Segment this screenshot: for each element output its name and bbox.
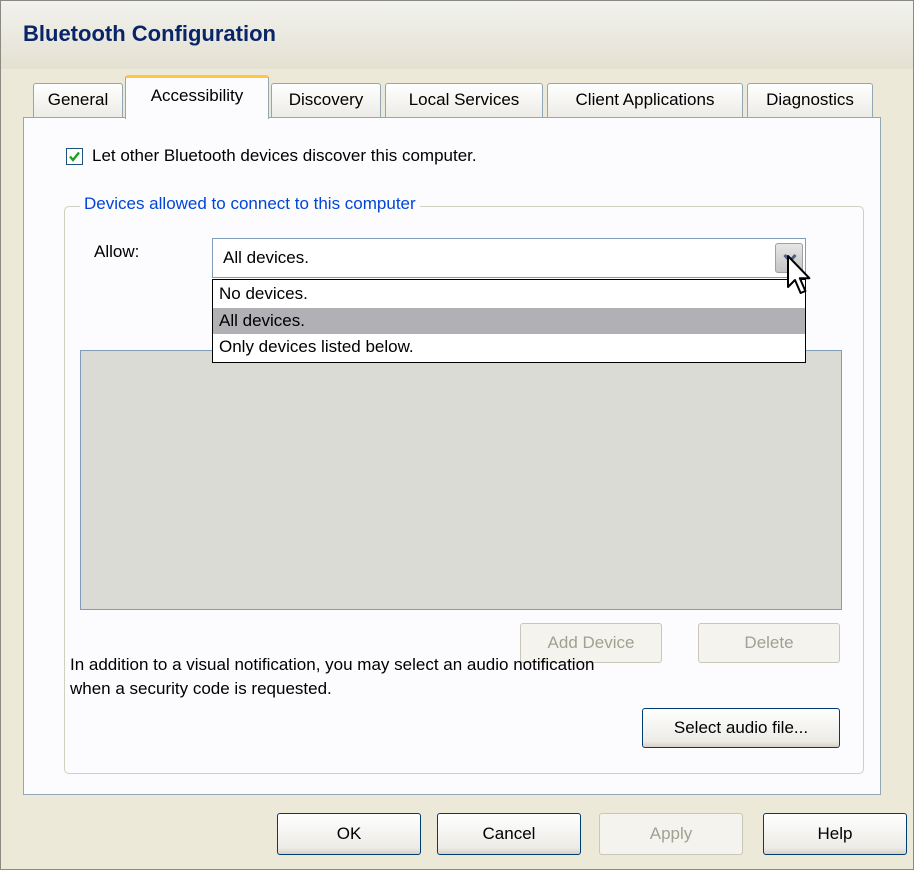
tab-diagnostics[interactable]: Diagnostics <box>747 83 873 117</box>
tab-discovery[interactable]: Discovery <box>271 83 381 117</box>
delete-button[interactable]: Delete <box>698 623 840 663</box>
help-button[interactable]: Help <box>763 813 907 855</box>
tab-label: Client Applications <box>575 90 715 109</box>
title-bar[interactable]: Bluetooth Configuration <box>1 1 913 69</box>
allow-combobox[interactable]: All devices. <box>212 238 806 278</box>
tab-label: Diagnostics <box>766 90 854 109</box>
audio-notification-text: In addition to a visual notification, yo… <box>70 655 595 698</box>
devices-group-title: Devices allowed to connect to this compu… <box>80 194 420 214</box>
select-audio-file-button[interactable]: Select audio file... <box>642 708 840 748</box>
checkmark-icon <box>69 151 80 162</box>
discover-checkbox-label[interactable]: Let other Bluetooth devices discover thi… <box>92 146 477 166</box>
allow-label: Allow: <box>94 242 140 261</box>
accessibility-panel: Let other Bluetooth devices discover thi… <box>23 117 881 795</box>
tab-local-services[interactable]: Local Services <box>385 83 543 117</box>
tab-label: Local Services <box>408 90 520 109</box>
dropdown-option-no-devices[interactable]: No devices. <box>213 281 805 307</box>
apply-button[interactable]: Apply <box>599 813 743 855</box>
dropdown-option-all-devices[interactable]: All devices. <box>213 308 805 334</box>
tab-label: Accessibility <box>150 86 244 105</box>
allow-dropdown-list: No devices. All devices. Only devices li… <box>212 279 806 363</box>
dropdown-option-listed-devices[interactable]: Only devices listed below. <box>213 334 805 360</box>
mouse-pointer-icon <box>787 255 811 294</box>
allowed-devices-list[interactable] <box>80 350 842 610</box>
tab-label: General <box>47 90 109 109</box>
ok-button[interactable]: OK <box>277 813 421 855</box>
bluetooth-config-dialog: Bluetooth Configuration General Accessib… <box>0 0 914 870</box>
window-title: Bluetooth Configuration <box>23 21 276 46</box>
cancel-button[interactable]: Cancel <box>437 813 581 855</box>
tab-client-applications[interactable]: Client Applications <box>547 83 743 117</box>
tab-general[interactable]: General <box>33 83 123 117</box>
allow-combobox-value: All devices. <box>223 248 309 267</box>
tab-accessibility[interactable]: Accessibility <box>125 75 269 119</box>
tab-label: Discovery <box>288 90 364 109</box>
discover-checkbox[interactable] <box>66 148 83 165</box>
